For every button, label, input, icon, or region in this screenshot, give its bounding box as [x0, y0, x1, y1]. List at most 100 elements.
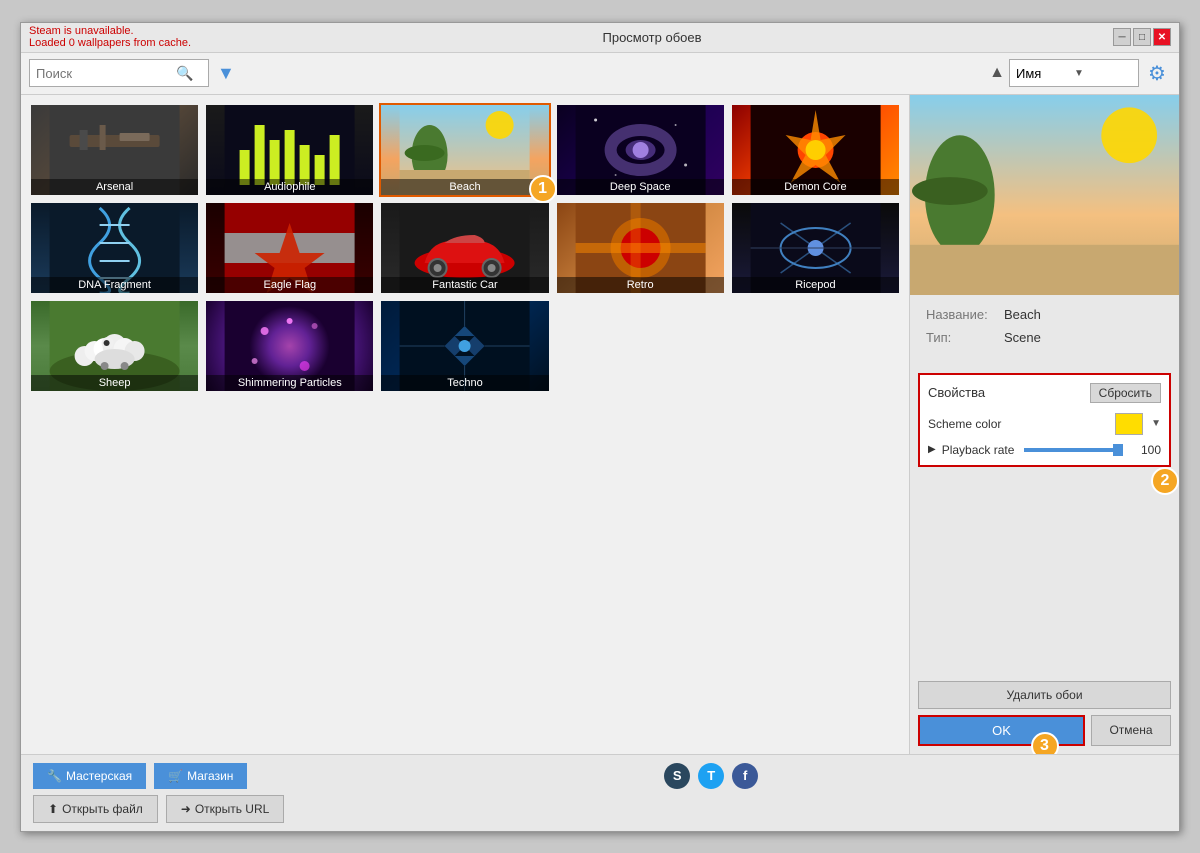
- social-icons: S T f: [664, 763, 758, 789]
- type-value: Scene: [1004, 330, 1041, 345]
- info-name-row: Название: Beach: [926, 307, 1163, 322]
- open-url-button[interactable]: ➜ Открыть URL: [166, 795, 285, 823]
- grid-label-eagleflag: Eagle Flag: [206, 277, 373, 293]
- grid-item-beach[interactable]: Beach 1: [379, 103, 550, 197]
- slider-thumb: [1113, 444, 1123, 456]
- name-label: Название:: [926, 307, 996, 322]
- grid-label-techno: Techno: [381, 375, 548, 391]
- properties-header: Свойства Сбросить: [928, 383, 1161, 403]
- grid-area: Arsenal A: [21, 95, 909, 754]
- right-panel: Название: Beach Тип: Scene Свойства Сбро…: [909, 95, 1179, 754]
- cart-icon: 🛒: [168, 769, 183, 783]
- grid-item-eagleflag[interactable]: Eagle Flag: [204, 201, 375, 295]
- scheme-color-row: Scheme color ▼: [928, 413, 1161, 435]
- maximize-button[interactable]: □: [1133, 28, 1151, 46]
- shop-label: Магазин: [187, 769, 233, 783]
- minimize-button[interactable]: ─: [1113, 28, 1131, 46]
- shop-button[interactable]: 🛒 Магазин: [154, 763, 247, 789]
- badge-2: 2: [1151, 467, 1179, 495]
- grid-item-fantasticcar[interactable]: Fantastic Car: [379, 201, 550, 295]
- main-window: Steam is unavailable. Loaded 0 wallpaper…: [20, 22, 1180, 832]
- twitter-icon[interactable]: T: [698, 763, 724, 789]
- grid-label-deepspace: Deep Space: [557, 179, 724, 195]
- search-input[interactable]: [36, 66, 176, 81]
- sort-direction-icon[interactable]: ▲: [989, 64, 1005, 82]
- facebook-icon[interactable]: f: [732, 763, 758, 789]
- grid-label-retro: Retro: [557, 277, 724, 293]
- playback-play-icon[interactable]: ▶: [928, 444, 936, 455]
- playback-slider[interactable]: [1024, 448, 1123, 452]
- cancel-button[interactable]: Отмена: [1091, 715, 1171, 746]
- grid-label-audiophile: Audiophile: [206, 179, 373, 195]
- grid-label-shimmer: Shimmering Particles: [206, 375, 373, 391]
- playback-label: Playback rate: [942, 443, 1015, 457]
- right-bottom-buttons: Удалить обои OK Отмена 3: [910, 673, 1179, 754]
- badge-1: 1: [529, 175, 557, 203]
- ok-cancel-row: OK Отмена 3: [918, 715, 1171, 746]
- close-button[interactable]: ✕: [1153, 28, 1171, 46]
- playback-value: 100: [1133, 443, 1161, 457]
- bottom-row-1: 🔧 Мастерская 🛒 Магазин S T f: [33, 763, 1167, 789]
- ok-button[interactable]: OK: [918, 715, 1085, 746]
- open-file-button[interactable]: ⬆ Открыть файл: [33, 795, 158, 823]
- badge-3: 3: [1031, 732, 1059, 754]
- grid-label-arsenal: Arsenal: [31, 179, 198, 195]
- toolbar: 🔍 ▼ ▲ Имя ▼ ⚙: [21, 53, 1179, 95]
- info-section: Название: Beach Тип: Scene: [910, 295, 1179, 365]
- grid-label-sheep: Sheep: [31, 375, 198, 391]
- color-dropdown-arrow[interactable]: ▼: [1151, 418, 1161, 429]
- grid-item-audiophile[interactable]: Audiophile: [204, 103, 375, 197]
- main-content: Arsenal A: [21, 95, 1179, 754]
- sort-area: ▲ Имя ▼ ⚙: [989, 59, 1171, 87]
- grid-label-beach: Beach: [381, 179, 548, 195]
- search-icon: 🔍: [176, 65, 193, 82]
- bottom-bar: 🔧 Мастерская 🛒 Магазин S T f ⬆ Открыть ф…: [21, 754, 1179, 831]
- grid-label-demoncore: Demon Core: [732, 179, 899, 195]
- workshop-button[interactable]: 🔧 Мастерская: [33, 763, 146, 789]
- grid-item-dnafragment[interactable]: DNA Fragment: [29, 201, 200, 295]
- grid-item-sheep[interactable]: Sheep: [29, 299, 200, 393]
- workshop-label: Мастерская: [66, 769, 132, 783]
- sort-dropdown[interactable]: Имя ▼: [1009, 59, 1139, 87]
- arrow-icon: ➜: [181, 802, 191, 816]
- grid-item-retro[interactable]: Retro: [555, 201, 726, 295]
- name-value: Beach: [1004, 307, 1041, 322]
- status-area: Steam is unavailable. Loaded 0 wallpaper…: [29, 25, 191, 49]
- sort-dropdown-value: Имя: [1016, 66, 1074, 81]
- status-line1: Steam is unavailable.: [29, 25, 191, 37]
- grid-item-ricepod[interactable]: Ricepod: [730, 201, 901, 295]
- playback-row: ▶ Playback rate 100: [928, 443, 1161, 457]
- grid-item-shimmer[interactable]: Shimmering Particles: [204, 299, 375, 393]
- window-controls: ─ □ ✕: [1113, 28, 1171, 46]
- filter-icon[interactable]: ▼: [217, 63, 235, 84]
- grid-label-ricepod: Ricepod: [732, 277, 899, 293]
- sort-dropdown-arrow: ▼: [1074, 68, 1132, 79]
- grid-label-fantasticcar: Fantastic Car: [381, 277, 548, 293]
- type-label: Тип:: [926, 330, 996, 345]
- open-file-label: Открыть файл: [62, 802, 143, 816]
- preview-image: [910, 95, 1179, 295]
- grid-item-deepspace[interactable]: Deep Space: [555, 103, 726, 197]
- wallpaper-grid: Arsenal A: [29, 103, 901, 393]
- color-swatch[interactable]: [1115, 413, 1143, 435]
- title-bar: Steam is unavailable. Loaded 0 wallpaper…: [21, 23, 1179, 53]
- slider-fill: [1024, 448, 1118, 452]
- window-title: Просмотр обоев: [603, 30, 702, 45]
- grid-item-techno[interactable]: Techno: [379, 299, 550, 393]
- reset-button[interactable]: Сбросить: [1090, 383, 1161, 403]
- properties-box: Свойства Сбросить Scheme color ▼ ▶ Playb…: [918, 373, 1171, 467]
- status-line2: Loaded 0 wallpapers from cache.: [29, 37, 191, 49]
- scheme-color-label: Scheme color: [928, 417, 1107, 431]
- search-box[interactable]: 🔍: [29, 59, 209, 87]
- grid-item-demoncore[interactable]: Demon Core: [730, 103, 901, 197]
- info-type-row: Тип: Scene: [926, 330, 1163, 345]
- open-url-label: Открыть URL: [195, 802, 269, 816]
- upload-icon: ⬆: [48, 802, 58, 816]
- settings-button[interactable]: ⚙: [1143, 59, 1171, 87]
- steam-icon[interactable]: S: [664, 763, 690, 789]
- grid-item-arsenal[interactable]: Arsenal: [29, 103, 200, 197]
- delete-wallpaper-button[interactable]: Удалить обои: [918, 681, 1171, 709]
- properties-title: Свойства: [928, 385, 985, 400]
- grid-label-dnafragment: DNA Fragment: [31, 277, 198, 293]
- bottom-row-2: ⬆ Открыть файл ➜ Открыть URL: [33, 795, 1167, 823]
